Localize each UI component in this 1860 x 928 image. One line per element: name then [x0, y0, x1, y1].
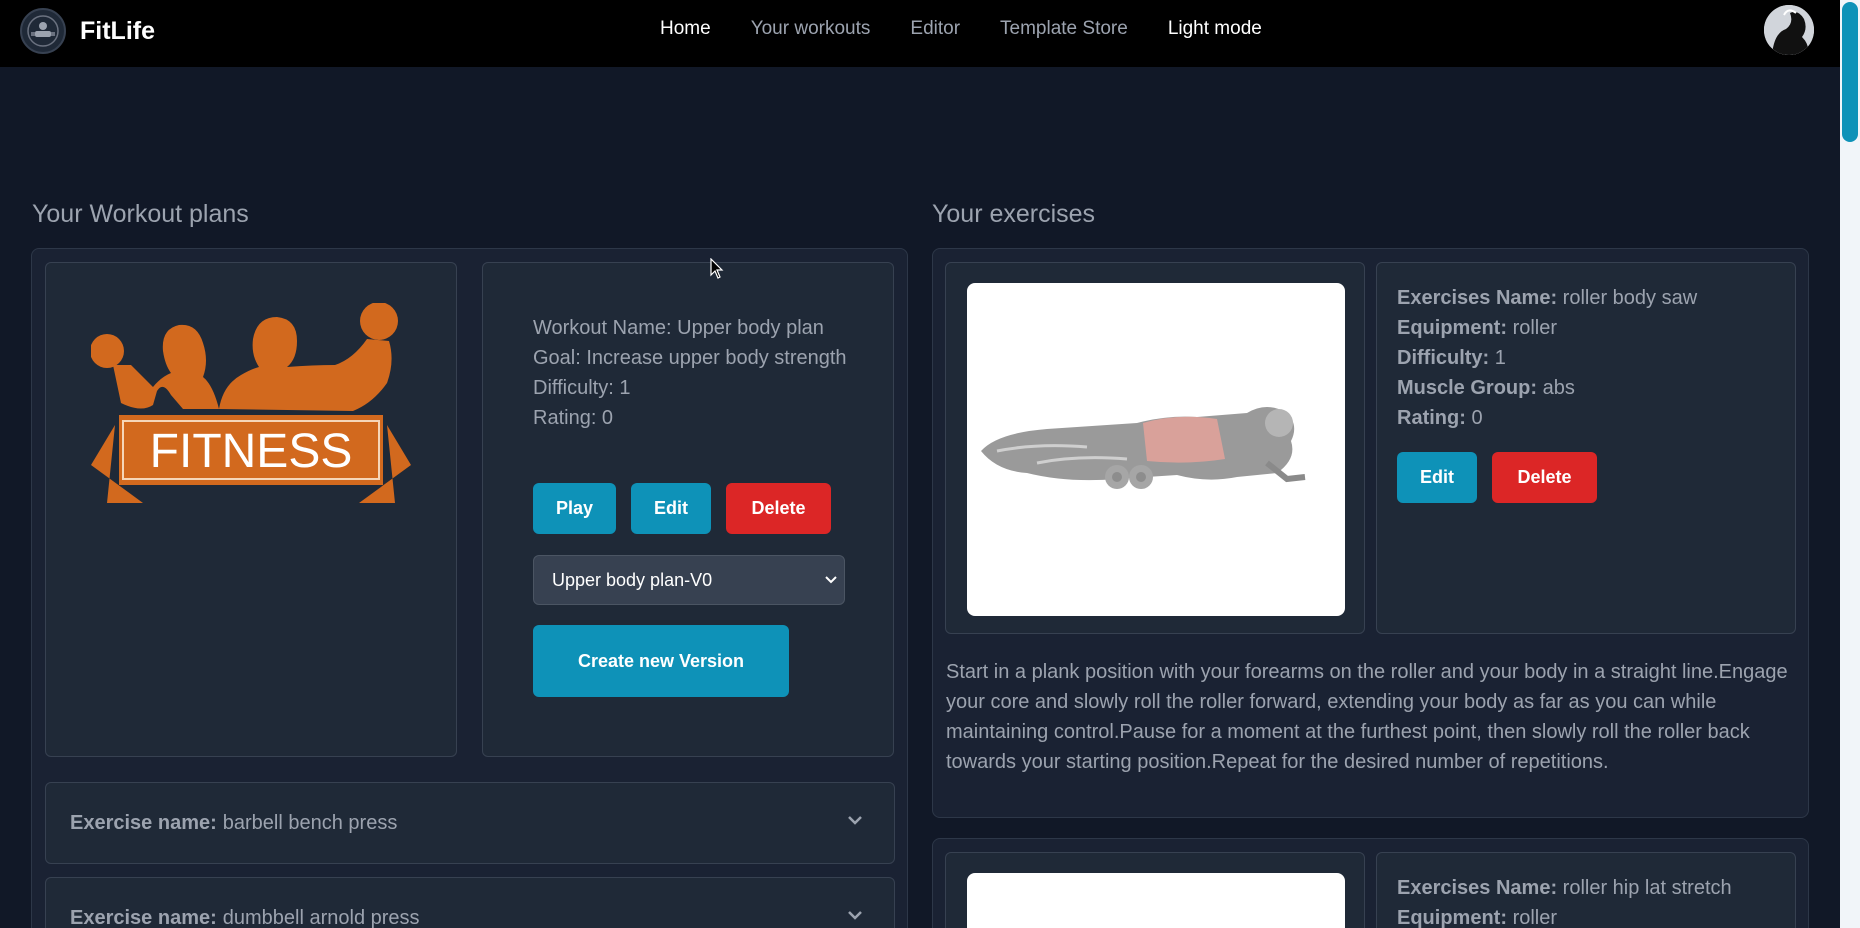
nav-your-workouts[interactable]: Your workouts [751, 18, 871, 40]
exercise-image [967, 873, 1345, 928]
nav-template-store[interactable]: Template Store [1000, 18, 1128, 40]
nav-links: Home Your workouts Editor Template Store… [660, 18, 1262, 40]
exercises-title: Your exercises [932, 200, 1096, 228]
exercise-name-label: Exercises Name: [1397, 287, 1558, 309]
top-navbar: FitLife Home Your workouts Editor Templa… [0, 0, 1840, 67]
mouse-cursor-icon [710, 258, 724, 279]
workout-plans-title: Your Workout plans [32, 200, 249, 228]
workout-goal: Goal: Increase upper body strength [533, 347, 847, 369]
muscle-group-label: Muscle Group: [1397, 377, 1538, 399]
exercise-image-card [945, 852, 1365, 928]
exercise-card: Exercises Name: roller body saw Equipmen… [932, 248, 1809, 818]
user-avatar[interactable] [1764, 5, 1814, 55]
exercise-name-value: barbell bench press [222, 811, 398, 834]
chevron-down-icon[interactable] [846, 811, 864, 835]
chevron-down-icon [824, 570, 838, 591]
play-button[interactable]: Play [533, 483, 616, 534]
workout-difficulty: Difficulty: 1 [533, 377, 631, 399]
nav-home[interactable]: Home [660, 18, 711, 40]
exercise-image [967, 283, 1345, 616]
brand-name[interactable]: FitLife [80, 17, 155, 46]
difficulty-value: 1 [1494, 347, 1506, 369]
exercise-name-label: Exercises Name: [1397, 877, 1558, 899]
exercise-details-card: Exercises Name: roller hip lat stretch E… [1376, 852, 1796, 928]
nav-editor[interactable]: Editor [910, 18, 960, 40]
version-select-value: Upper body plan-V0 [552, 569, 713, 590]
exercise-accordion-item[interactable]: Exercise name: barbell bench press [45, 782, 895, 864]
equipment-label: Equipment: [1397, 907, 1507, 928]
fitness-logo-text: FITNESS [150, 425, 353, 478]
rating-value: 0 [1471, 407, 1483, 429]
fitness-logo-image: FITNESS [91, 303, 411, 503]
page-scrollbar[interactable] [1840, 0, 1860, 928]
roller-body-saw-illustration [981, 407, 1306, 489]
edit-workout-button[interactable]: Edit [631, 483, 711, 534]
exercise-name-label: Exercise name: [70, 906, 217, 928]
muscle-group-value: abs [1542, 377, 1575, 399]
workout-info: Workout Name: Upper body plan Goal: Incr… [533, 313, 863, 433]
workout-name: Workout Name: Upper body plan [533, 317, 824, 339]
workout-image-card: FITNESS [45, 262, 457, 757]
equipment-value: roller [1512, 317, 1558, 339]
exercise-image-card [945, 262, 1365, 634]
rating-label: Rating: [1397, 407, 1466, 429]
edit-exercise-button[interactable]: Edit [1397, 452, 1477, 503]
chevron-down-icon[interactable] [846, 906, 864, 928]
workout-rating: Rating: 0 [533, 407, 614, 429]
exercise-name-value: roller hip lat stretch [1562, 877, 1732, 899]
brand[interactable]: FitLife [20, 8, 155, 54]
exercise-name-label: Exercise name: [70, 811, 217, 834]
exercise-info: Exercises Name: roller hip lat stretch E… [1397, 873, 1777, 928]
exercise-card: Exercises Name: roller hip lat stretch E… [932, 838, 1809, 928]
exercise-details-card: Exercises Name: roller body saw Equipmen… [1376, 262, 1796, 634]
exercise-description: Start in a plank position with your fore… [946, 661, 1788, 773]
equipment-label: Equipment: [1397, 317, 1507, 339]
exercise-name-value: dumbbell arnold press [222, 906, 420, 928]
exercise-info: Exercises Name: roller body saw Equipmen… [1397, 283, 1777, 433]
scrollbar-thumb[interactable] [1842, 2, 1858, 142]
version-select[interactable]: Upper body plan-V0 [533, 555, 845, 605]
delete-workout-button[interactable]: Delete [726, 483, 831, 534]
exercise-accordion-item[interactable]: Exercise name: dumbbell arnold press [45, 877, 895, 928]
create-new-version-button[interactable]: Create new Version [533, 625, 789, 697]
equipment-value: roller [1512, 907, 1558, 928]
difficulty-label: Difficulty: [1397, 347, 1490, 369]
exercise-name-value: roller body saw [1562, 287, 1698, 309]
nav-light-mode[interactable]: Light mode [1168, 18, 1262, 40]
brand-logo-icon [20, 8, 66, 54]
workout-details-card: Workout Name: Upper body plan Goal: Incr… [482, 262, 894, 757]
delete-exercise-button[interactable]: Delete [1492, 452, 1597, 503]
workout-plans-panel: FITNESS Workout Name: Upper body plan Go… [31, 248, 908, 928]
